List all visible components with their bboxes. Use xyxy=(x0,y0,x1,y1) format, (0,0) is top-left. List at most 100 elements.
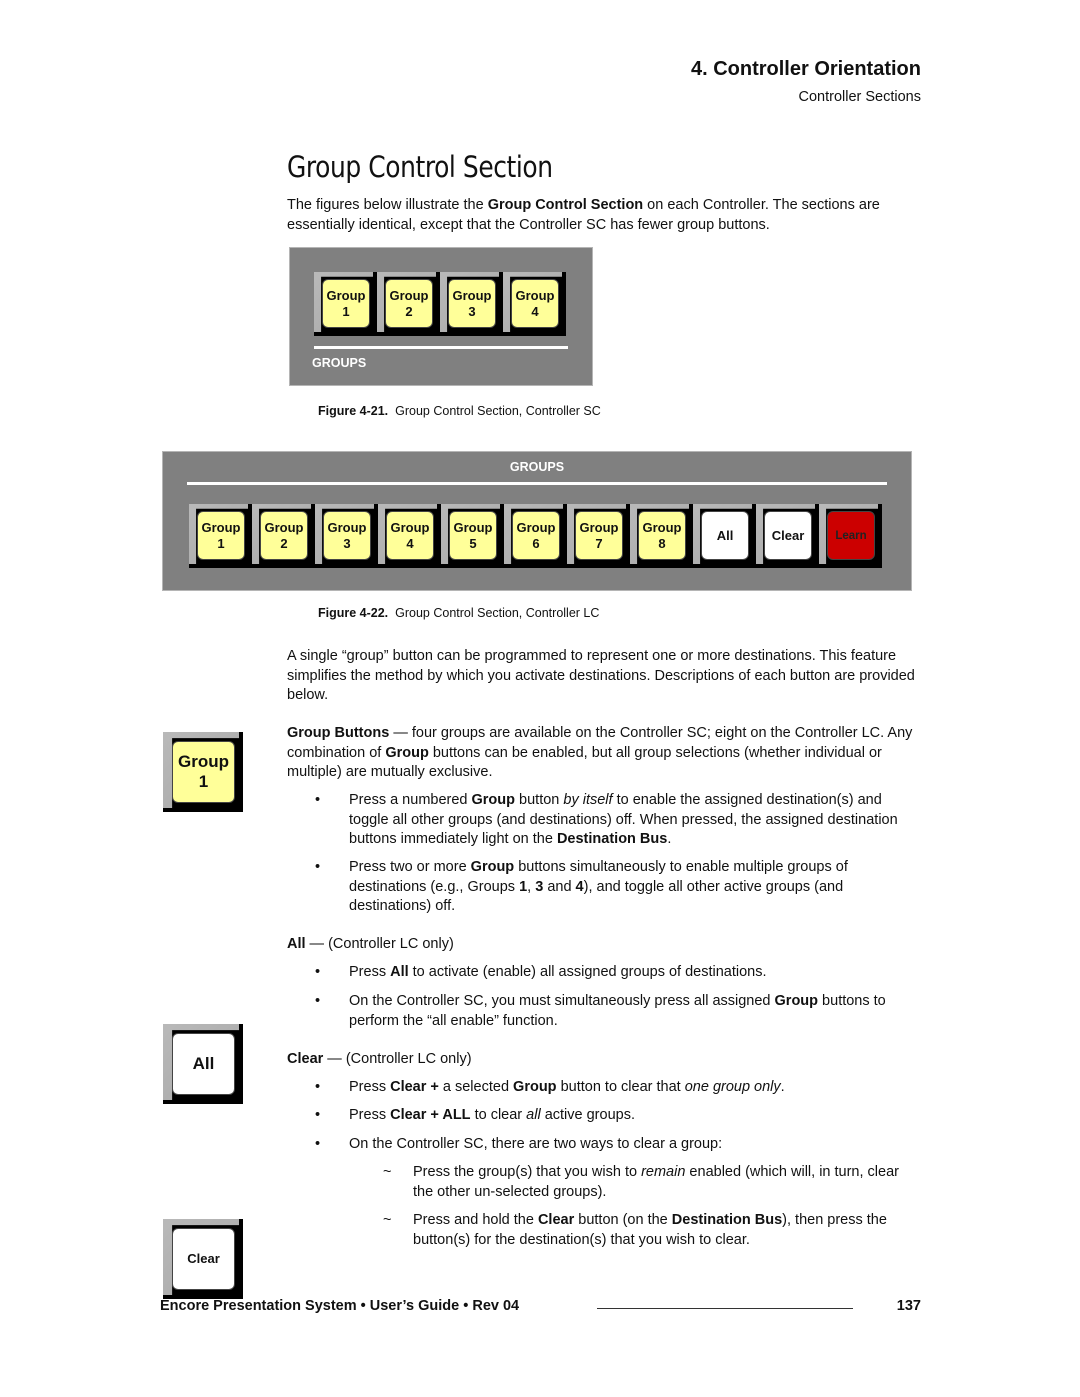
all-heading-bold: All xyxy=(287,936,306,952)
tilde-icon: ~ xyxy=(383,1212,392,1228)
button-label: Group xyxy=(642,519,682,535)
button-label: Group xyxy=(201,519,241,535)
sc-groups-label: GROUPS xyxy=(312,356,367,370)
group-bold: Group xyxy=(385,744,429,761)
sc-button-group-2[interactable]: Group 2 xyxy=(377,272,440,336)
button-label: Group xyxy=(515,287,555,303)
lc-groups-label: GROUPS xyxy=(509,460,565,474)
figure-sc-caption: Figure 4-21. Group Control Section, Cont… xyxy=(318,404,601,418)
figure-lc-caption: Figure 4-22. Group Control Section, Cont… xyxy=(318,606,599,620)
figure-lc-panel: GROUPS Group 1 Group 2 Group 3 Group 4 Group 5 Gro… xyxy=(162,451,912,591)
sc-groups-rule xyxy=(314,346,568,349)
bullet-text: On the Controller SC, there are two ways… xyxy=(349,1136,723,1152)
button-number: 1 xyxy=(342,303,350,319)
lc-button-group-1[interactable]: Group 1 xyxy=(189,504,252,568)
button-number: 3 xyxy=(468,303,476,319)
button-label: Group xyxy=(453,519,493,535)
button-label: Group xyxy=(326,287,366,303)
button-number: 6 xyxy=(532,535,540,551)
group-buttons-heading: Group Buttons xyxy=(287,725,390,741)
lc-groups-rule xyxy=(187,482,887,485)
section-title: Group Control Section xyxy=(287,150,553,184)
lc-button-group-7[interactable]: Group 7 xyxy=(567,504,630,568)
button-number: 2 xyxy=(280,535,288,551)
clear-heading-bold: Clear xyxy=(287,1051,324,1067)
body-paragraph: A single “group” button can be programme… xyxy=(287,648,915,703)
button-number: 1 xyxy=(217,535,225,551)
lc-button-group-6[interactable]: Group 6 xyxy=(504,504,567,568)
figure-sc-panel: Group 1 Group 2 Group 3 Group 4 GROUPS xyxy=(289,247,593,386)
lc-button-group-8[interactable]: Group 8 xyxy=(630,504,693,568)
lc-button-all[interactable]: All xyxy=(693,504,756,568)
intro-text: The figures below illustrate the xyxy=(287,197,488,213)
subsection-heading: Controller Sections xyxy=(798,89,922,105)
button-label: Group xyxy=(389,287,429,303)
bullet-text: Press Clear + ALL to clear all active gr… xyxy=(349,1107,635,1123)
group-1-side-key: Group 1 xyxy=(163,732,243,812)
chapter-heading: 4. Controller Orientation xyxy=(690,58,921,80)
lc-button-group-5[interactable]: Group 5 xyxy=(441,504,504,568)
button-label: Group xyxy=(264,519,304,535)
intro-bold: Group Control Section xyxy=(487,197,644,213)
bullet-text: Press a numbered Group button by itself … xyxy=(349,792,898,847)
clear-heading-rest: — (Controller LC only) xyxy=(323,1051,472,1067)
bullet-text: On the Controller SC, you must simultane… xyxy=(349,993,886,1029)
lc-button-group-2[interactable]: Group 2 xyxy=(252,504,315,568)
side-key-label: Group xyxy=(178,752,229,771)
button-number: 2 xyxy=(405,303,413,319)
bullet-icon: • xyxy=(315,993,321,1009)
button-label: Clear xyxy=(771,527,805,543)
sub-bullet-text: Press the group(s) that you wish to rema… xyxy=(413,1164,899,1200)
group-buttons-paragraph: Group Buttons — four groups are availabl… xyxy=(287,724,922,783)
side-key-number: 1 xyxy=(198,772,209,791)
button-number: 4 xyxy=(531,303,539,319)
button-number: 7 xyxy=(595,535,603,551)
all-heading-rest: — (Controller LC only) xyxy=(305,936,454,952)
sc-button-group-1[interactable]: Group 1 xyxy=(314,272,377,336)
page-number: 137 xyxy=(896,1298,921,1314)
bullet-icon: • xyxy=(315,859,321,875)
tilde-icon: ~ xyxy=(383,1164,392,1180)
button-label: Group xyxy=(579,519,619,535)
sc-button-group-4[interactable]: Group 4 xyxy=(503,272,566,336)
lc-button-strip: Group 1 Group 2 Group 3 Group 4 Group 5 Group 6 Grou… xyxy=(189,504,882,568)
button-label: Group xyxy=(452,287,492,303)
lc-button-group-3[interactable]: Group 3 xyxy=(315,504,378,568)
lc-button-clear[interactable]: Clear xyxy=(756,504,819,568)
bullet-icon: • xyxy=(315,964,321,980)
all-key-label: All xyxy=(192,1054,215,1073)
bullet-icon: • xyxy=(315,1107,321,1123)
bullet-text: Press Clear + a selected Group button to… xyxy=(349,1079,785,1095)
button-label: Group xyxy=(390,519,430,535)
button-label: Learn xyxy=(835,529,867,542)
button-number: 5 xyxy=(469,535,477,551)
figure-sc-number: Figure 4-21. xyxy=(318,404,389,418)
sc-button-group-3[interactable]: Group 3 xyxy=(440,272,503,336)
bullet-text: Press All to activate (enable) all assig… xyxy=(349,964,767,980)
button-label: Group xyxy=(327,519,367,535)
sc-button-strip: Group 1 Group 2 Group 3 Group 4 xyxy=(314,272,566,336)
bullet-icon: • xyxy=(315,1079,321,1095)
footer-title: Encore Presentation System • User’s Guid… xyxy=(160,1298,520,1314)
bullet-icon: • xyxy=(315,792,321,808)
footer-rule xyxy=(597,1308,853,1309)
sub-bullet-text: Press and hold the Clear button (on the … xyxy=(413,1212,887,1248)
button-number: 8 xyxy=(658,535,666,551)
clear-heading: Clear — (Controller LC only) xyxy=(287,1050,922,1070)
all-heading: All — (Controller LC only) xyxy=(287,935,922,955)
lc-button-learn[interactable]: Learn xyxy=(819,504,882,568)
figure-sc-title: Group Control Section, Controller SC xyxy=(395,404,601,418)
button-number: 3 xyxy=(343,535,351,551)
figure-lc-title: Group Control Section, Controller LC xyxy=(395,606,600,620)
bullet-text: Press two or more Group buttons simultan… xyxy=(349,859,848,914)
clear-key-label: Clear xyxy=(187,1251,220,1266)
bullet-icon: • xyxy=(315,1136,321,1152)
button-number: 4 xyxy=(406,535,414,551)
intro-paragraph: The figures below illustrate the Group C… xyxy=(287,196,922,235)
lc-button-group-4[interactable]: Group 4 xyxy=(378,504,441,568)
button-label: All xyxy=(716,527,734,543)
all-side-key: All xyxy=(163,1024,243,1104)
figure-lc-number: Figure 4-22. xyxy=(318,606,389,620)
button-label: Group xyxy=(516,519,556,535)
clear-side-key: Clear xyxy=(163,1219,243,1299)
